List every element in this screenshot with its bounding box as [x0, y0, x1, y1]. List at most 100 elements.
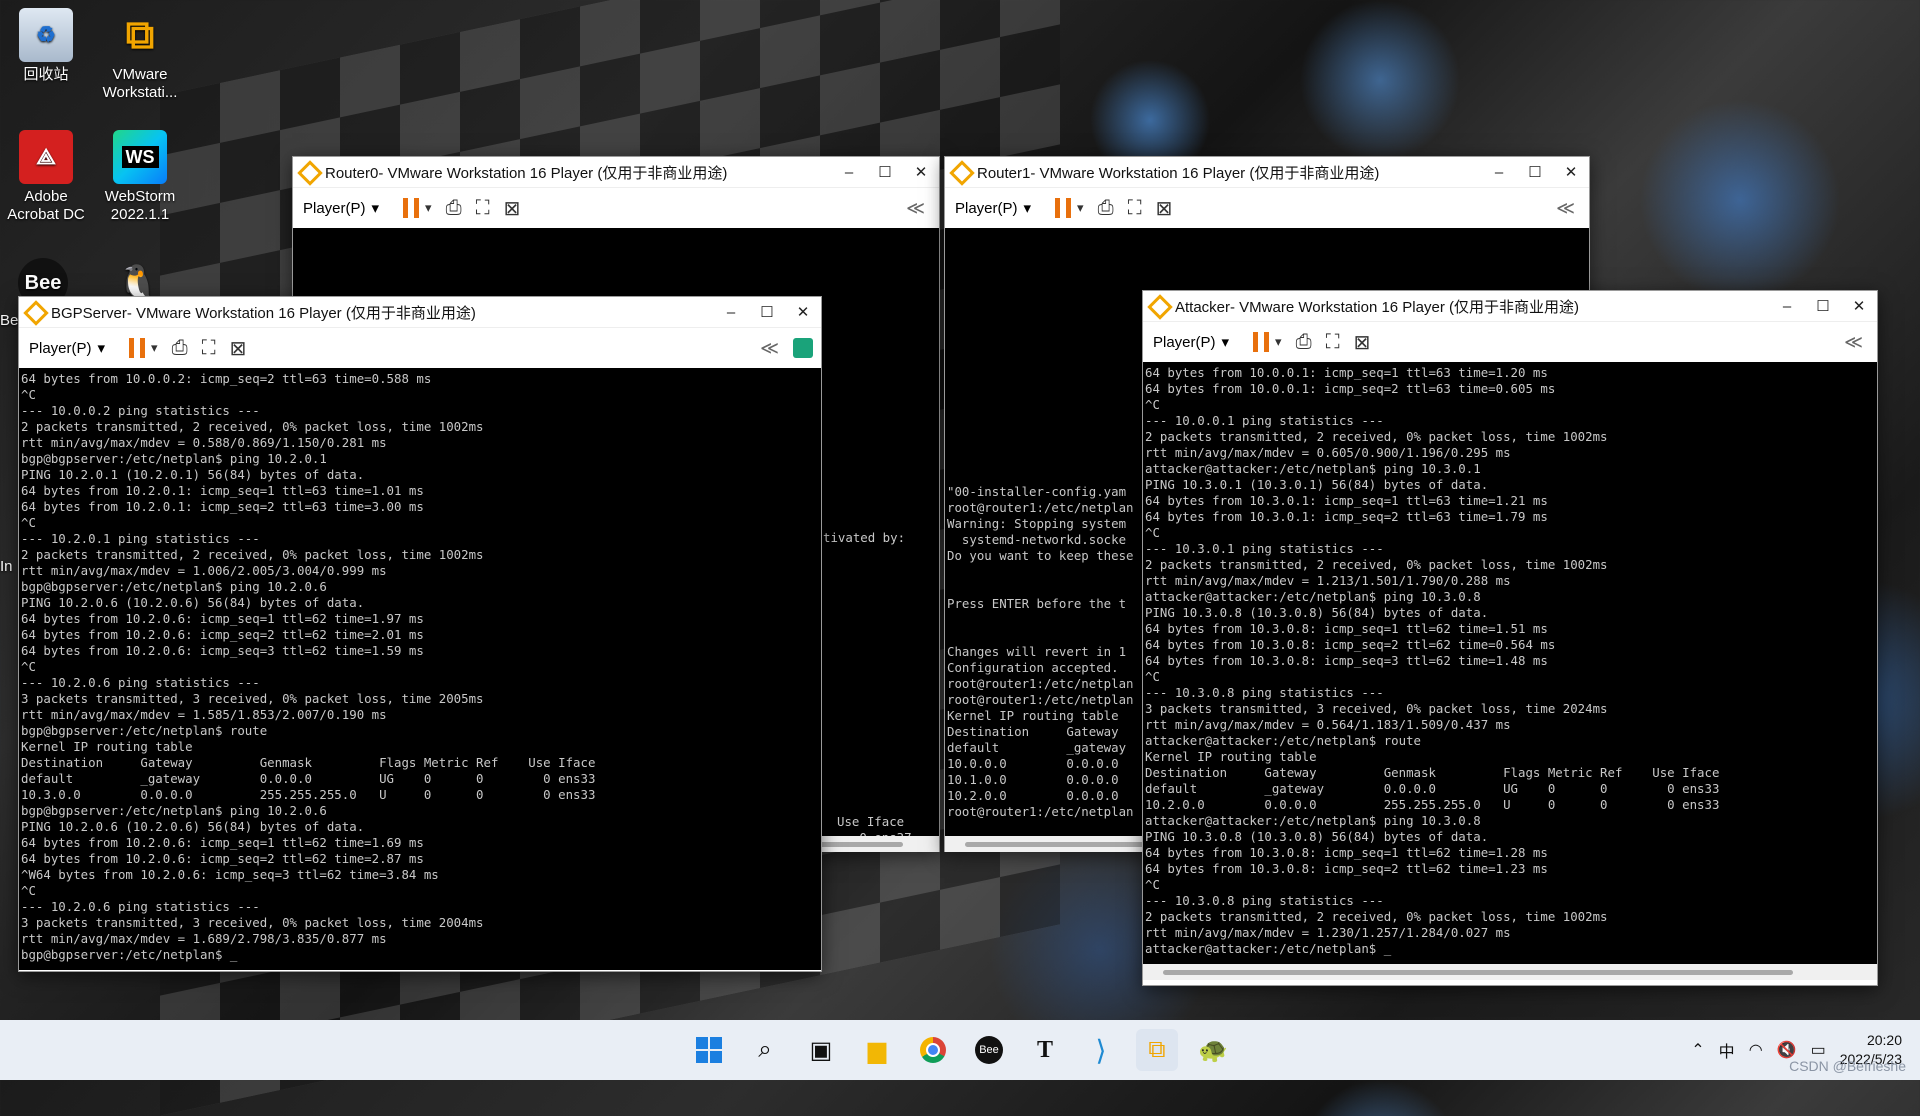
collapse-toolbar-icon[interactable]: ≪ — [1844, 332, 1863, 353]
console-line: 64 bytes from 10.3.0.8: icmp_seq=3 ttl=6… — [1145, 653, 1548, 668]
player-menu[interactable]: Player(P) ▾ — [29, 339, 106, 358]
vmware-icon: ⧉ — [125, 13, 155, 57]
close-icon[interactable]: ✕ — [1841, 297, 1877, 315]
title-bar[interactable]: BGPServer- VMware Workstation 16 Player … — [19, 297, 821, 327]
title-bar[interactable]: Router1- VMware Workstation 16 Player (仅… — [945, 157, 1589, 187]
window-attacker[interactable]: Attacker- VMware Workstation 16 Player (… — [1142, 290, 1878, 986]
collapse-toolbar-icon[interactable]: ≪ — [760, 338, 779, 359]
chevron-down-icon[interactable]: ▾ — [1077, 200, 1084, 216]
file-explorer-icon[interactable]: ▆ — [856, 1029, 898, 1071]
player-menu[interactable]: Player(P) ▾ — [1153, 333, 1229, 352]
bee-icon[interactable]: Bee — [968, 1029, 1010, 1071]
maximize-icon[interactable]: ☐ — [1517, 163, 1553, 181]
title-bar[interactable]: Attacker- VMware Workstation 16 Player (… — [1143, 291, 1877, 321]
ime-indicator[interactable]: 中 — [1719, 1038, 1735, 1062]
window-title: Router0- VMware Workstation 16 Player (仅… — [325, 164, 728, 182]
desktop-icon-recycle-bin[interactable]: ♻ 回收站 — [0, 2, 92, 84]
maximize-icon[interactable]: ☐ — [867, 163, 903, 181]
pause-icon[interactable] — [403, 198, 420, 218]
minimize-icon[interactable]: – — [1769, 298, 1805, 315]
console-line: bgp@bgpserver:/etc/netplan$ ping 10.2.0.… — [21, 579, 327, 594]
search-icon[interactable]: ⌕ — [744, 1029, 786, 1071]
console-line: ^C — [1145, 525, 1160, 540]
vmware-icon[interactable]: ⧉ — [1136, 1029, 1178, 1071]
fullscreen-icon[interactable]: ⛶ — [1128, 197, 1142, 220]
vscode-icon[interactable]: ⟩ — [1080, 1029, 1122, 1071]
chevron-up-icon[interactable]: ⌃ — [1691, 1040, 1704, 1060]
console-line: Use Iface — [837, 814, 905, 829]
wifi-icon[interactable]: ◠ — [1749, 1040, 1763, 1060]
console-line: --- 10.0.0.1 ping statistics --- — [1145, 413, 1384, 428]
console-line: 64 bytes from 10.2.0.1: icmp_seq=2 ttl=6… — [21, 499, 424, 514]
vm-toolbar: Player(P) ▾ ▾ ⎙ ⛶ ⊠ ≪ — [19, 327, 821, 368]
console-line: attacker@attacker:/etc/netplan$ ping 10.… — [1145, 813, 1481, 828]
task-view-icon[interactable]: ▣ — [800, 1029, 842, 1071]
maximize-icon[interactable]: ☐ — [1805, 297, 1841, 315]
vm-toolbar: Player(P) ▾ ▾ ⎙ ⛶ ⊠ ≪ — [945, 187, 1589, 228]
close-icon[interactable]: ✕ — [1553, 163, 1589, 181]
console-line: --- 10.0.0.2 ping statistics --- — [21, 403, 260, 418]
console-line: --- 10.2.0.6 ping statistics --- — [21, 675, 260, 690]
unity-icon[interactable]: ⊠ — [504, 196, 521, 221]
desktop-icon-vmware[interactable]: ⧉ VMware Workstati... — [94, 2, 186, 102]
chevron-down-icon[interactable]: ▾ — [1275, 334, 1282, 350]
fullscreen-icon[interactable]: ⛶ — [202, 337, 216, 360]
console-line: ^C — [1145, 397, 1160, 412]
minimize-icon[interactable]: – — [713, 304, 749, 321]
unity-icon[interactable]: ⊠ — [230, 336, 247, 361]
console-line: 2 packets transmitted, 2 received, 0% pa… — [1145, 909, 1608, 924]
webstorm-icon: WS — [113, 130, 167, 184]
collapse-toolbar-icon[interactable]: ≪ — [906, 198, 925, 219]
desktop-icon-partial[interactable]: In — [0, 558, 20, 576]
battery-icon[interactable]: ▭ — [1811, 1040, 1826, 1060]
unity-icon[interactable]: ⊠ — [1156, 196, 1173, 221]
app-icon[interactable]: 🐢 — [1192, 1029, 1234, 1071]
start-icon[interactable] — [688, 1029, 730, 1071]
horizontal-scrollbar[interactable] — [1143, 964, 1877, 980]
vm-console[interactable]: 64 bytes from 10.0.0.1: icmp_seq=1 ttl=6… — [1143, 362, 1877, 964]
fullscreen-icon[interactable]: ⛶ — [1326, 331, 1340, 354]
chrome-icon[interactable] — [912, 1029, 954, 1071]
pause-icon[interactable] — [129, 338, 146, 358]
window-bgpserver[interactable]: BGPServer- VMware Workstation 16 Player … — [18, 296, 822, 972]
console-line: 3 packets transmitted, 3 received, 0% pa… — [21, 915, 484, 930]
console-line: attacker@attacker:/etc/netplan$ ping 10.… — [1145, 589, 1481, 604]
desktop-icon-webstorm[interactable]: WS WebStorm 2022.1.1 — [94, 124, 186, 224]
desktop-icon-acrobat[interactable]: ⟁ Adobe Acrobat DC — [0, 124, 92, 224]
speaker-muted-icon[interactable]: 🔇 — [1777, 1040, 1797, 1060]
unity-icon[interactable]: ⊠ — [1354, 330, 1371, 355]
console-line: attacker@attacker:/etc/netplan$ _ — [1145, 941, 1392, 956]
console-line: rtt min/avg/max/mdev = 0.588/0.869/1.150… — [21, 435, 387, 450]
notes-icon[interactable] — [793, 338, 813, 358]
pause-icon[interactable] — [1055, 198, 1072, 218]
console-line: rtt min/avg/max/mdev = 1.230/1.257/1.284… — [1145, 925, 1511, 940]
send-ctrl-alt-del-icon[interactable]: ⎙ — [446, 197, 462, 220]
send-ctrl-alt-del-icon[interactable]: ⎙ — [172, 337, 188, 360]
player-menu-label: Player(P) — [29, 339, 92, 357]
collapse-toolbar-icon[interactable]: ≪ — [1556, 198, 1575, 219]
console-line: 64 bytes from 10.3.0.8: icmp_seq=2 ttl=6… — [1145, 637, 1556, 652]
send-ctrl-alt-del-icon[interactable]: ⎙ — [1296, 331, 1312, 354]
console-line: 2 packets transmitted, 2 received, 0% pa… — [1145, 557, 1608, 572]
vmware-icon — [1149, 296, 1169, 316]
vmware-icon — [951, 162, 971, 182]
desktop-icon-label: In — [0, 558, 13, 575]
minimize-icon[interactable]: – — [831, 164, 867, 181]
minimize-icon[interactable]: – — [1481, 164, 1517, 181]
send-ctrl-alt-del-icon[interactable]: ⎙ — [1098, 197, 1114, 220]
console-line: ^C — [1145, 669, 1160, 684]
player-menu[interactable]: Player(P) ▾ — [303, 199, 379, 218]
player-menu[interactable]: Player(P) ▾ — [955, 199, 1031, 218]
pause-icon[interactable] — [1253, 332, 1270, 352]
chevron-down-icon[interactable]: ▾ — [151, 340, 158, 356]
close-icon[interactable]: ✕ — [785, 303, 821, 321]
fullscreen-icon[interactable]: ⛶ — [476, 197, 490, 220]
maximize-icon[interactable]: ☐ — [749, 303, 785, 321]
console-line: default _gateway 0.0.0.0 UG 0 0 0 ens33 — [21, 771, 596, 786]
close-icon[interactable]: ✕ — [903, 163, 939, 181]
chevron-down-icon: ▾ — [97, 340, 106, 357]
vm-console[interactable]: 64 bytes from 10.0.0.2: icmp_seq=2 ttl=6… — [19, 368, 821, 970]
chevron-down-icon[interactable]: ▾ — [425, 200, 432, 216]
typora-icon[interactable]: T — [1024, 1029, 1066, 1071]
title-bar[interactable]: Router0- VMware Workstation 16 Player (仅… — [293, 157, 939, 187]
